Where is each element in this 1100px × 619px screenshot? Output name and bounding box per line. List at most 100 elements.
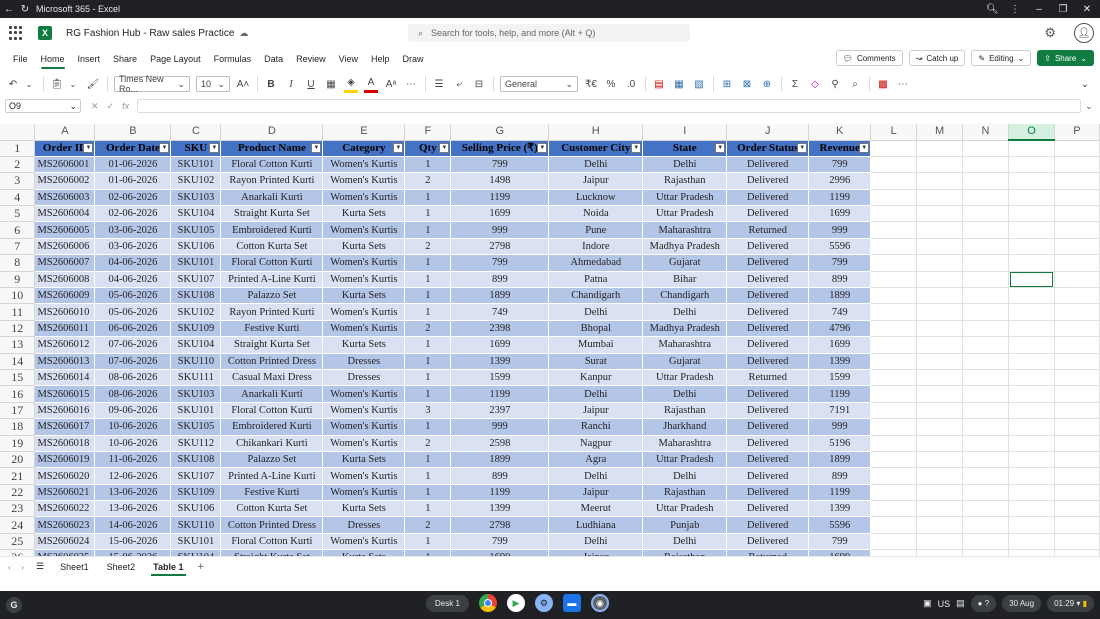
table-cell[interactable]: 2: [404, 516, 452, 534]
empty-cell[interactable]: [1008, 205, 1055, 223]
empty-cell[interactable]: [962, 156, 1009, 174]
table-cell[interactable]: 799: [450, 254, 550, 272]
table-cell[interactable]: Dresses: [322, 353, 406, 370]
table-cell[interactable]: Meerut: [548, 500, 644, 518]
table-cell[interactable]: Straight Kurta Set: [220, 205, 324, 223]
table-cell[interactable]: 1699: [450, 205, 550, 223]
table-cell[interactable]: 1: [404, 221, 452, 239]
next-sheet-icon[interactable]: ›: [21, 562, 24, 572]
empty-cell[interactable]: [1054, 156, 1100, 174]
search-box[interactable]: ⌕ Search for tools, help, and more (Alt …: [408, 24, 690, 42]
table-header-cell[interactable]: Qty ▼: [404, 140, 452, 157]
format-cells-icon[interactable]: ⊕: [760, 75, 774, 93]
table-cell[interactable]: 02-06-2026: [94, 189, 172, 207]
table-cell[interactable]: Kurta Sets: [322, 451, 406, 469]
table-cell[interactable]: Chikankari Kurti: [220, 435, 324, 452]
table-cell[interactable]: Bihar: [642, 271, 728, 289]
table-cell[interactable]: 999: [808, 418, 872, 436]
table-cell[interactable]: Delhi: [642, 156, 728, 174]
table-cell[interactable]: 1199: [450, 189, 550, 207]
empty-cell[interactable]: [962, 516, 1009, 534]
table-cell[interactable]: 899: [808, 467, 872, 485]
menu-tab-review[interactable]: Review: [296, 51, 326, 67]
empty-cell[interactable]: [962, 402, 1009, 420]
filter-dropdown-icon[interactable]: ▼: [439, 142, 450, 153]
sort-filter-icon[interactable]: ⚲: [828, 75, 842, 93]
table-cell[interactable]: Delhi: [642, 385, 728, 403]
table-cell[interactable]: 05-06-2026: [94, 303, 172, 321]
menu-tab-view[interactable]: View: [339, 51, 358, 67]
column-header-b[interactable]: B: [94, 124, 172, 141]
table-cell[interactable]: Printed A-Line Kurti: [220, 467, 324, 485]
table-cell[interactable]: SKU101: [170, 254, 222, 272]
spreadsheet-grid[interactable]: ABCDEFGHIJKLMNOP 1 Order ID ▼ Order Date ▼ SK…: [0, 124, 1100, 556]
editing-mode-button[interactable]: ✎ Editing ⌄: [971, 50, 1032, 66]
status-area[interactable]: 01:29 ▾ ▮: [1047, 595, 1094, 612]
table-cell[interactable]: Indore: [548, 238, 644, 256]
empty-cell[interactable]: [1054, 221, 1100, 239]
empty-cell[interactable]: [870, 172, 918, 190]
table-cell[interactable]: Delivered: [726, 303, 810, 321]
table-header-cell[interactable]: Product Name ▼: [220, 140, 324, 157]
table-cell[interactable]: Delivered: [726, 254, 810, 272]
table-cell[interactable]: MS2606004: [34, 205, 96, 223]
menu-tab-home[interactable]: Home: [40, 51, 65, 69]
table-cell[interactable]: 1399: [450, 353, 550, 370]
table-cell[interactable]: Delivered: [726, 271, 810, 289]
empty-cell[interactable]: [916, 418, 964, 436]
undo-icon[interactable]: ↶: [6, 75, 20, 93]
table-cell[interactable]: Madhya Pradesh: [642, 238, 728, 256]
table-cell[interactable]: Lucknow: [548, 189, 644, 207]
empty-cell[interactable]: [1054, 369, 1100, 387]
table-cell[interactable]: SKU110: [170, 516, 222, 534]
empty-cell[interactable]: [1008, 484, 1055, 502]
table-header-cell[interactable]: Revenue ▼: [808, 140, 872, 157]
table-cell[interactable]: Punjab: [642, 516, 728, 534]
empty-cell[interactable]: [916, 484, 964, 502]
empty-cell[interactable]: [1054, 336, 1100, 354]
table-cell[interactable]: 999: [808, 221, 872, 239]
table-cell[interactable]: MS2606013: [34, 353, 96, 370]
row-header[interactable]: 14: [0, 353, 36, 370]
empty-cell[interactable]: [962, 287, 1009, 305]
empty-cell[interactable]: [870, 156, 918, 174]
row-header[interactable]: 12: [0, 320, 36, 338]
find-icon[interactable]: ⌕: [848, 75, 862, 93]
table-cell[interactable]: 01-06-2026: [94, 156, 172, 174]
table-cell[interactable]: 14-06-2026: [94, 516, 172, 534]
column-header-i[interactable]: I: [642, 124, 728, 141]
table-cell[interactable]: 1: [404, 418, 452, 436]
table-cell[interactable]: Delivered: [726, 467, 810, 485]
menu-tab-data[interactable]: Data: [264, 51, 283, 67]
table-header-cell[interactable]: Category ▼: [322, 140, 406, 157]
table-header-cell[interactable]: State ▼: [642, 140, 728, 157]
font-size-dropdown[interactable]: 10 ⌄: [196, 76, 230, 92]
column-header-h[interactable]: H: [548, 124, 644, 141]
table-cell[interactable]: Noida: [548, 205, 644, 223]
fill-color-icon[interactable]: ◈: [344, 75, 358, 93]
empty-cell[interactable]: [962, 205, 1009, 223]
empty-cell[interactable]: [1008, 287, 1055, 305]
table-cell[interactable]: 2398: [450, 320, 550, 338]
table-cell[interactable]: Women's Kurtis: [322, 402, 406, 420]
row-header[interactable]: 16: [0, 385, 36, 403]
more-commands-icon[interactable]: ⋯: [896, 75, 910, 93]
table-cell[interactable]: Women's Kurtis: [322, 467, 406, 485]
table-cell[interactable]: SKU102: [170, 303, 222, 321]
table-cell[interactable]: Cotton Printed Dress: [220, 516, 324, 534]
empty-cell[interactable]: [1054, 451, 1100, 469]
menu-tab-draw[interactable]: Draw: [403, 51, 424, 67]
format-painter-icon[interactable]: 🖌︎: [86, 75, 100, 93]
filter-dropdown-icon[interactable]: ▼: [311, 142, 322, 153]
table-cell[interactable]: 01-06-2026: [94, 172, 172, 190]
empty-cell[interactable]: [1008, 516, 1055, 534]
menu-tab-file[interactable]: File: [13, 51, 28, 67]
table-cell[interactable]: Women's Kurtis: [322, 533, 406, 551]
table-cell[interactable]: 1699: [808, 336, 872, 354]
table-cell[interactable]: MS2606022: [34, 500, 96, 518]
number-format-dropdown[interactable]: General ⌄: [500, 76, 578, 92]
menu-tab-page-layout[interactable]: Page Layout: [150, 51, 201, 67]
table-cell[interactable]: Madhya Pradesh: [642, 320, 728, 338]
table-cell[interactable]: Delivered: [726, 205, 810, 223]
empty-cell[interactable]: [870, 533, 918, 551]
